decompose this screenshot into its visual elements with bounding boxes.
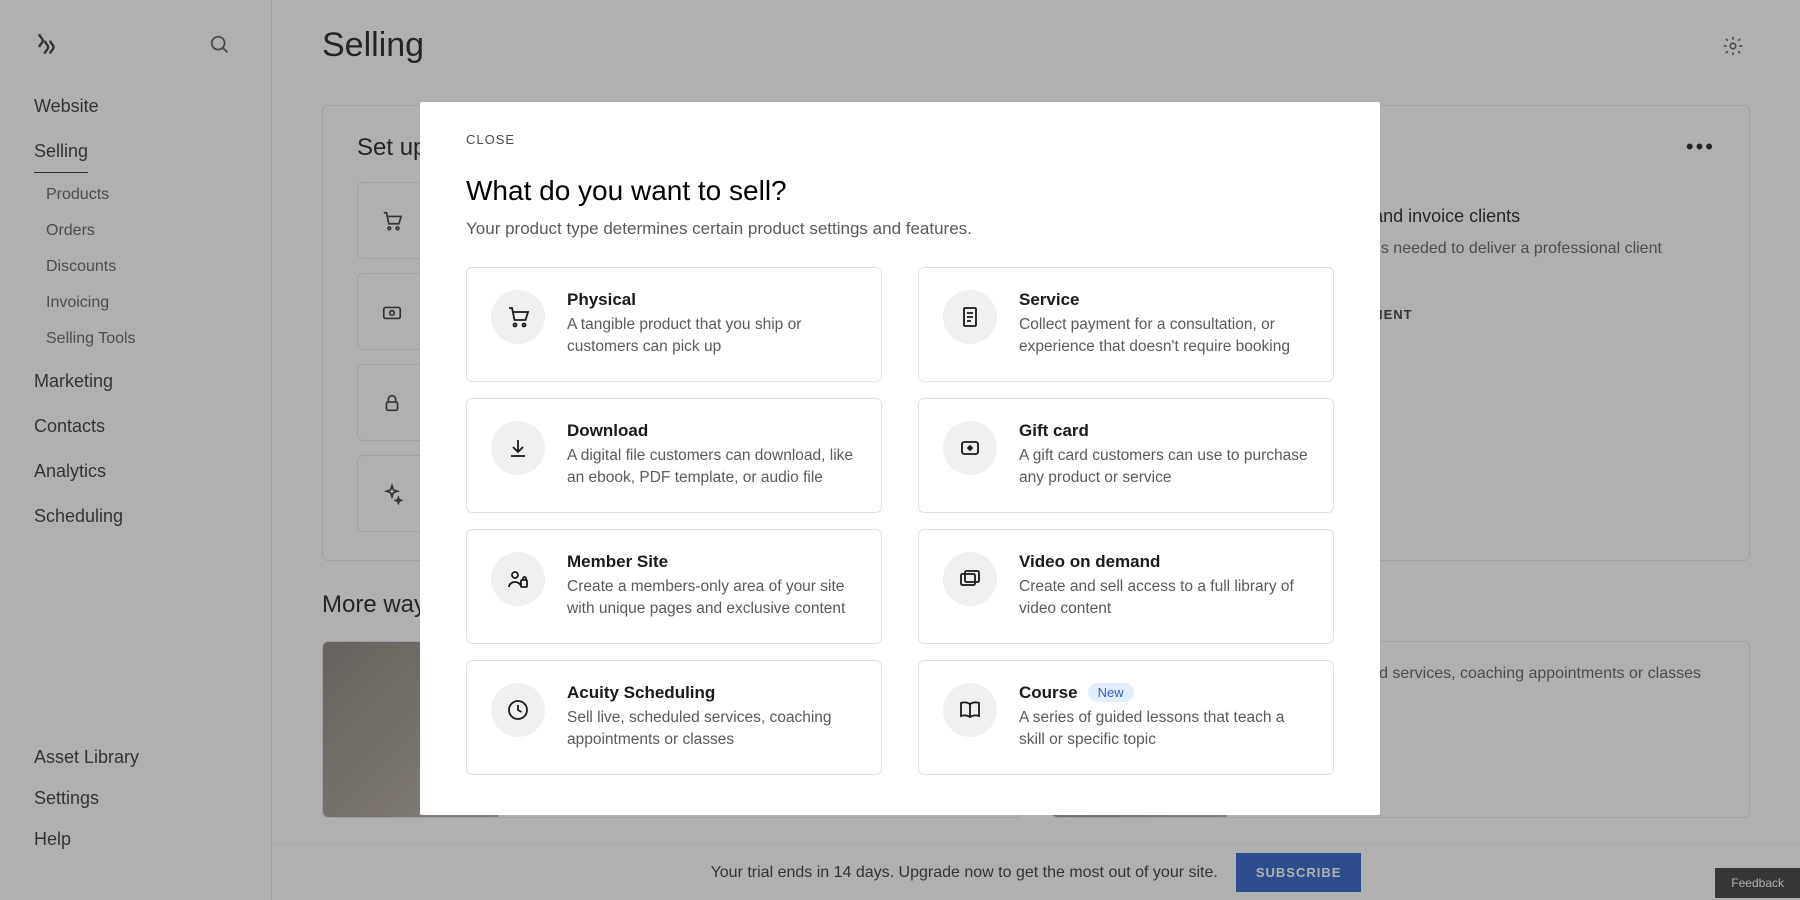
product-type-service[interactable]: Service Collect payment for a consultati…	[918, 267, 1334, 382]
modal-subtitle: Your product type determines certain pro…	[466, 219, 1334, 239]
type-title: Gift card	[1019, 421, 1089, 441]
type-desc: Create and sell access to a full library…	[1019, 576, 1309, 621]
product-type-download[interactable]: Download A digital file customers can do…	[466, 398, 882, 513]
type-title: Physical	[567, 290, 636, 310]
type-title: Service	[1019, 290, 1080, 310]
clock-icon	[491, 683, 545, 737]
product-type-gift-card[interactable]: Gift card A gift card customers can use …	[918, 398, 1334, 513]
type-title: Acuity Scheduling	[567, 683, 715, 703]
download-icon	[491, 421, 545, 475]
product-type-modal: CLOSE What do you want to sell? Your pro…	[420, 102, 1380, 815]
product-type-video-on-demand[interactable]: Video on demand Create and sell access t…	[918, 529, 1334, 644]
product-type-member-site[interactable]: Member Site Create a members-only area o…	[466, 529, 882, 644]
type-desc: A tangible product that you ship or cust…	[567, 314, 857, 359]
type-desc: A gift card customers can use to purchas…	[1019, 445, 1309, 490]
product-type-acuity-scheduling[interactable]: Acuity Scheduling Sell live, scheduled s…	[466, 660, 882, 775]
product-type-course[interactable]: Course New A series of guided lessons th…	[918, 660, 1334, 775]
type-desc: A digital file customers can download, l…	[567, 445, 857, 490]
type-title: Download	[567, 421, 648, 441]
type-desc: Collect payment for a consultation, or e…	[1019, 314, 1309, 359]
type-title: Video on demand	[1019, 552, 1160, 572]
receipt-icon	[943, 290, 997, 344]
type-desc: A series of guided lessons that teach a …	[1019, 707, 1309, 752]
modal-overlay[interactable]: CLOSE What do you want to sell? Your pro…	[0, 0, 1800, 900]
cart-icon	[491, 290, 545, 344]
type-desc: Create a members-only area of your site …	[567, 576, 857, 621]
giftcard-icon	[943, 421, 997, 475]
close-button[interactable]: CLOSE	[466, 132, 1334, 147]
modal-title: What do you want to sell?	[466, 175, 1334, 207]
member-icon	[491, 552, 545, 606]
new-badge: New	[1088, 683, 1134, 702]
type-desc: Sell live, scheduled services, coaching …	[567, 707, 857, 752]
type-title: Course	[1019, 683, 1078, 703]
video-icon	[943, 552, 997, 606]
type-title: Member Site	[567, 552, 668, 572]
product-type-physical[interactable]: Physical A tangible product that you shi…	[466, 267, 882, 382]
book-icon	[943, 683, 997, 737]
